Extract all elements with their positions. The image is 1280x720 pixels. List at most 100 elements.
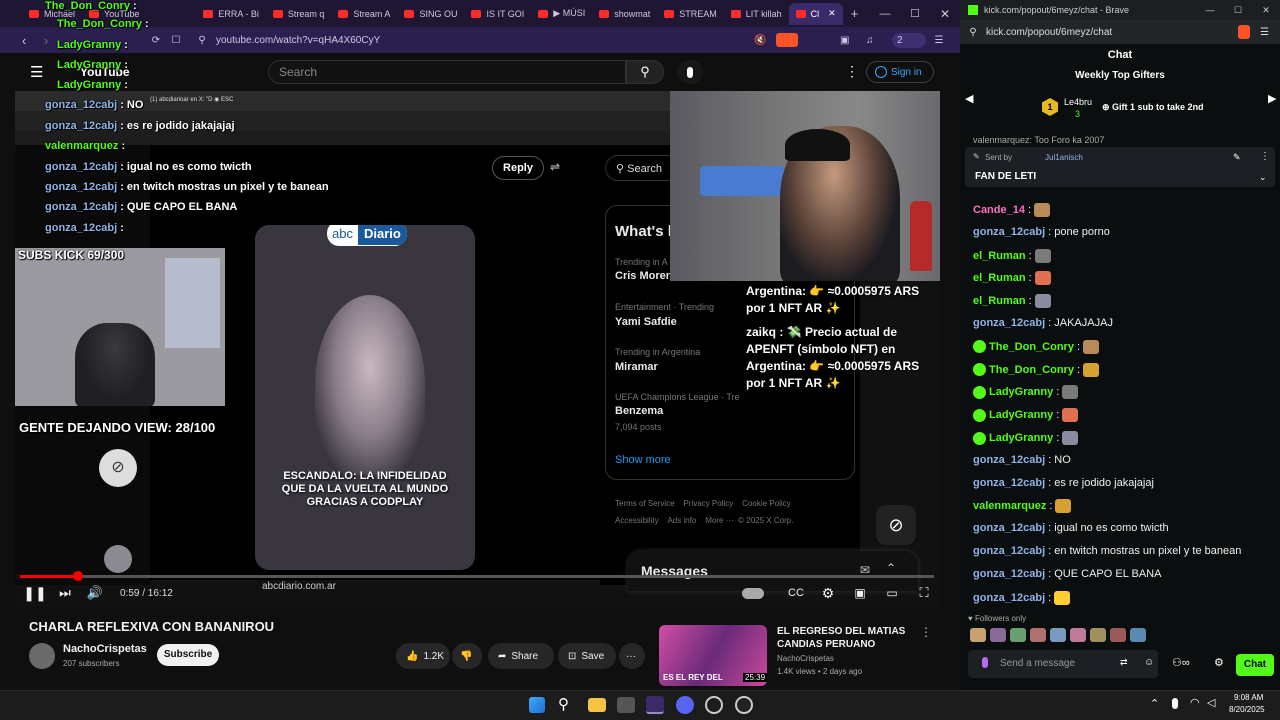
channel-avatar[interactable]: [29, 643, 55, 669]
more-actions-button[interactable]: ···: [619, 643, 645, 669]
pinned-by-user[interactable]: Jul1anisch: [1045, 153, 1083, 162]
forward-icon[interactable]: ›: [36, 33, 56, 48]
chat-username[interactable]: LadyGranny: [989, 386, 1053, 398]
obs-icon[interactable]: [735, 696, 753, 714]
emote[interactable]: [1090, 628, 1106, 642]
windows-start-icon[interactable]: [529, 697, 545, 713]
chat-username[interactable]: valenmarquez: [973, 500, 1046, 512]
browser-tab[interactable]: Stream A: [331, 3, 397, 25]
chat-username[interactable]: el_Ruman: [973, 272, 1026, 284]
send-chat-button[interactable]: Chat: [1236, 654, 1274, 676]
share-button[interactable]: ➦ Share: [488, 643, 554, 669]
chat-username[interactable]: gonza_12cabj: [973, 568, 1045, 580]
chat-username[interactable]: gonza_12cabj: [973, 592, 1045, 604]
grok-button[interactable]: ⊘: [876, 505, 916, 545]
emote[interactable]: [1050, 628, 1066, 642]
browser-tab[interactable]: STREAM: [657, 3, 724, 25]
chat-username[interactable]: el_Ruman: [973, 250, 1026, 262]
speaker-icon[interactable]: ◁: [1207, 696, 1215, 709]
theater-mode-icon[interactable]: ▭: [876, 586, 908, 600]
music-icon[interactable]: ♫: [866, 35, 892, 46]
url-text[interactable]: kick.com/popout/6meyz/chat: [986, 27, 1112, 38]
file-explorer-icon[interactable]: [588, 698, 606, 712]
tray-mic-icon[interactable]: [1172, 698, 1178, 709]
browser-tab[interactable]: IS IT GOI: [464, 3, 531, 25]
more-options-icon[interactable]: ⋮: [1260, 151, 1270, 162]
browser-tab[interactable]: ▶ MÚSI: [531, 3, 592, 25]
site-info-icon[interactable]: ⚲: [960, 27, 986, 38]
clock-date[interactable]: 8/20/2025: [1229, 705, 1265, 714]
subscribe-button[interactable]: Subscribe: [157, 644, 219, 666]
gift-prompt-button[interactable]: ⊕ Gift 1 sub to take 2nd: [1102, 102, 1204, 113]
browser-tab[interactable]: ERRA - Bi: [196, 3, 266, 25]
emote[interactable]: [970, 628, 986, 642]
browser-tab[interactable]: showmat: [592, 3, 657, 25]
search-icon[interactable]: ⚲: [558, 696, 576, 714]
emote[interactable]: [1070, 628, 1086, 642]
wifi-icon[interactable]: ◠: [1190, 696, 1200, 709]
chat-username[interactable]: The_Don_Conry: [989, 341, 1074, 353]
new-tab-button[interactable]: +: [851, 6, 859, 21]
brave-browser-icon[interactable]: [646, 696, 664, 714]
reply-button[interactable]: Reply: [492, 156, 544, 180]
show-more-link[interactable]: Show more: [615, 454, 671, 466]
progress-bar[interactable]: [20, 571, 934, 581]
tray-chevron-icon[interactable]: ⌃: [1150, 697, 1159, 710]
chat-username[interactable]: gonza_12cabj: [973, 522, 1045, 534]
close-window-button[interactable]: ✕: [930, 7, 960, 21]
chat-username[interactable]: gonza_12cabj: [973, 477, 1045, 489]
next-icon[interactable]: ⏭: [50, 585, 80, 601]
emote[interactable]: [1010, 628, 1026, 642]
site-info-icon[interactable]: ⚲: [192, 35, 212, 46]
discord-icon[interactable]: [676, 696, 694, 714]
more-icon[interactable]: ⋮: [920, 625, 932, 639]
menu-icon[interactable]: ☰: [926, 35, 952, 46]
url-text[interactable]: youtube.com/watch?v=qHA4X60CyY: [216, 35, 596, 46]
trend-name[interactable]: Benzema: [615, 405, 663, 417]
emote[interactable]: [990, 628, 1006, 642]
collapse-icon[interactable]: ⌄: [1259, 172, 1267, 183]
miniplayer-icon[interactable]: ▣: [844, 586, 876, 600]
chat-username[interactable]: el_Ruman: [973, 295, 1026, 307]
pause-icon[interactable]: ❚❚: [20, 585, 50, 602]
store-icon[interactable]: [617, 697, 635, 713]
chat-username[interactable]: gonza_12cabj: [973, 545, 1045, 557]
microphone-icon[interactable]: [982, 657, 988, 668]
browser-tab-active[interactable]: Cl ✕: [788, 2, 843, 25]
translate-icon[interactable]: ⇄: [1120, 657, 1128, 668]
message-input[interactable]: Send a message: [968, 650, 1158, 678]
prev-arrow-icon[interactable]: ◀: [965, 92, 973, 105]
channel-name[interactable]: NachoCrispetas: [63, 643, 147, 655]
chat-username[interactable]: gonza_12cabj: [973, 317, 1045, 329]
trend-name[interactable]: Cris Moren: [615, 270, 672, 282]
next-arrow-icon[interactable]: ▶: [1268, 92, 1276, 105]
mute-tab-icon[interactable]: 🔇: [754, 35, 776, 46]
emote[interactable]: [1130, 628, 1146, 642]
hamburger-menu-icon[interactable]: ☰: [30, 63, 43, 81]
captions-icon[interactable]: CC: [780, 587, 812, 599]
close-tab-icon[interactable]: ✕: [828, 8, 836, 19]
emote[interactable]: [1030, 628, 1046, 642]
browser-tab[interactable]: Stream q: [266, 3, 332, 25]
maximize-button[interactable]: ☐: [900, 7, 930, 20]
trend-name[interactable]: Miramar: [615, 361, 658, 373]
emote[interactable]: [1110, 628, 1126, 642]
trend-name[interactable]: Yami Safdie: [615, 316, 677, 328]
sign-in-button[interactable]: Sign in: [866, 61, 934, 83]
browser-tab[interactable]: LIT killah: [724, 3, 789, 25]
reload-icon[interactable]: ⟳: [146, 35, 166, 46]
voice-search-button[interactable]: [677, 60, 703, 84]
expand-icon[interactable]: ⌃: [886, 561, 896, 575]
brave-shield-icon[interactable]: [776, 33, 798, 47]
recommended-video[interactable]: ES EL REY DEL 25:39 EL REGRESO DEL MATIA…: [658, 625, 948, 686]
save-button[interactable]: ⊡ Save: [558, 643, 616, 669]
chat-username[interactable]: gonza_12cabj: [973, 454, 1045, 466]
chat-settings-icon[interactable]: ⚙: [1214, 656, 1224, 669]
search-input[interactable]: Search: [268, 60, 626, 84]
back-icon[interactable]: ‹: [12, 33, 36, 48]
minimize-button[interactable]: —: [1196, 5, 1224, 15]
like-button[interactable]: 👍 1.2K: [396, 643, 450, 669]
filter-icon[interactable]: ⇌: [550, 160, 560, 174]
emote-picker-icon[interactable]: ☺: [1144, 657, 1154, 668]
chatgpt-icon[interactable]: [705, 696, 723, 714]
